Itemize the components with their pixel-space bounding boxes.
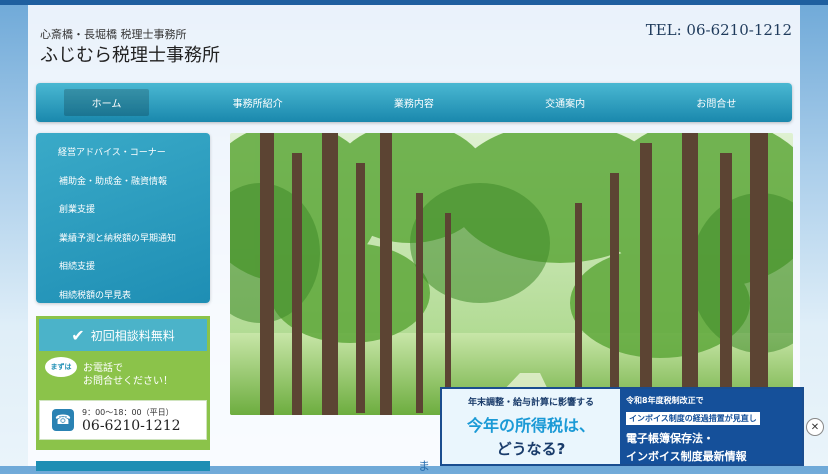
- consult-phone-box[interactable]: ☎ 9：00～18：00（平日） 06-6210-1212: [39, 400, 207, 440]
- side-menu-item-subsidy[interactable]: 補助金・助成金・融資情報: [36, 168, 210, 197]
- ad-right-line1: 令和8年度税制改正で: [626, 396, 704, 405]
- consult-hours: 9：00～18：00（平日）: [82, 407, 174, 417]
- free-consult-banner[interactable]: ✔ 初回相談料無料 まずは お電話で お問合せください！ ☎ 9：00～18：0…: [36, 316, 210, 450]
- side-menu-item-inheritance[interactable]: 相続支援: [36, 253, 210, 282]
- ad-left-panel[interactable]: 年末調整・給与計算に影響する 今年の所得税は、 どうなる?: [442, 389, 620, 464]
- ad-right-line4: インボイス制度最新情報: [626, 450, 747, 463]
- speech-bubble: まずは: [45, 357, 77, 377]
- header-tel[interactable]: TEL: 06-6210-1212: [646, 21, 792, 39]
- consult-call-line2: お問合せください！: [83, 376, 173, 387]
- ad-right-line3: 電子帳簿保存法・: [626, 432, 714, 445]
- ad-left-line2: 今年の所得税は、: [466, 416, 595, 435]
- side-next-banner: [36, 461, 210, 471]
- consult-phone-number[interactable]: 06-6210-1212: [82, 418, 181, 434]
- global-nav: ホーム 事務所紹介 業務内容 交通案内 お問合せ: [36, 83, 792, 122]
- side-menu: 経営アドバイス・コーナー 補助金・助成金・融資情報 創業支援 業績予測と納税額の…: [36, 133, 210, 303]
- consult-header: ✔ 初回相談料無料: [39, 319, 207, 351]
- hero-forest-image: [230, 133, 793, 415]
- ad-left-line3: どうなる?: [496, 440, 566, 458]
- consult-title: 初回相談料無料: [90, 328, 175, 343]
- side-menu-item-advice[interactable]: 経営アドバイス・コーナー: [36, 139, 210, 168]
- side-menu-item-forecast[interactable]: 業績予測と納税額の早期通知: [36, 225, 210, 254]
- consult-call-area: まずは お電話で お問合せください！: [39, 351, 207, 398]
- side-menu-item-inheritance-table[interactable]: 相続税額の早見表: [36, 282, 210, 311]
- ad-right-line2: インボイス制度の経過措置が見直し: [626, 412, 760, 425]
- nav-item-contact[interactable]: お問合せ: [668, 89, 764, 116]
- nav-item-access[interactable]: 交通案内: [517, 89, 613, 116]
- site-title[interactable]: ふじむら税理士事務所: [40, 41, 220, 67]
- ad-left-line1: 年末調整・給与計算に影響する: [467, 398, 594, 408]
- side-menu-item-startup[interactable]: 創業支援: [36, 196, 210, 225]
- site-kicker: 心斎橋・長堀橋 税理士事務所: [40, 28, 187, 41]
- nav-item-services[interactable]: 業務内容: [366, 89, 462, 116]
- ad-banner[interactable]: 年末調整・給与計算に影響する 今年の所得税は、 どうなる? 令和8年度税制改正で…: [440, 387, 804, 466]
- phone-icon: ☎: [52, 409, 74, 431]
- ad-close-icon[interactable]: ✕: [806, 418, 824, 436]
- nav-item-home[interactable]: ホーム: [63, 89, 150, 116]
- nav-item-office[interactable]: 事務所紹介: [205, 89, 311, 116]
- check-icon: ✔: [71, 325, 85, 345]
- ad-right-panel[interactable]: 令和8年度税制改正で インボイス制度の経過措置が見直し 電子帳簿保存法・ インボ…: [620, 389, 802, 464]
